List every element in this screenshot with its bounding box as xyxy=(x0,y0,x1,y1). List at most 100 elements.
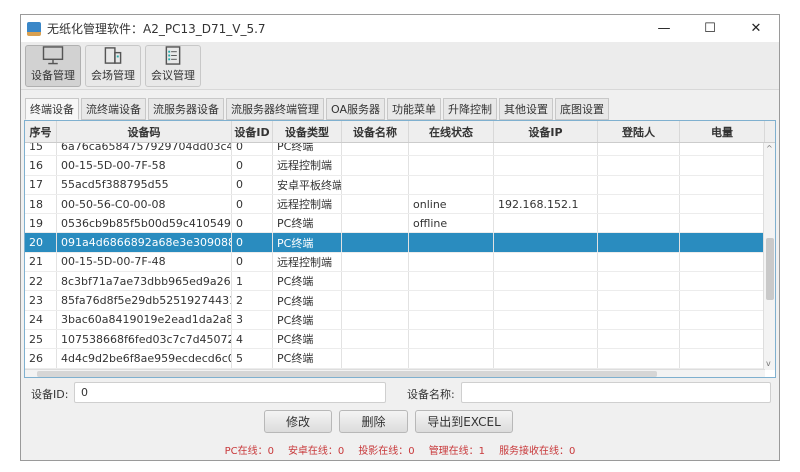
table-cell xyxy=(342,143,409,156)
table-cell xyxy=(409,329,494,349)
tab-bar: 终端设备 流终端设备 流服务器设备 流服务器终端管理 OA服务器 功能菜单 升降… xyxy=(25,98,609,120)
table-cell xyxy=(598,310,680,329)
table-cell xyxy=(342,329,409,349)
column-header[interactable]: 电量 xyxy=(680,121,765,142)
table-header: 序号 设备码 设备ID 设备类型 设备名称 在线状态 设备IP 登陆人 电量 xyxy=(25,121,775,143)
modify-button[interactable]: 修改 xyxy=(264,410,332,433)
table-cell: PC终端 xyxy=(273,310,342,329)
table-cell xyxy=(680,349,765,368)
tab-terminal-devices[interactable]: 终端设备 xyxy=(25,98,79,120)
table-cell: 3 xyxy=(232,310,273,329)
table-cell xyxy=(494,310,598,329)
projection-online-count: 投影在线：0 xyxy=(358,446,415,457)
vertical-scrollbar[interactable]: ^ v xyxy=(763,143,775,370)
table-cell xyxy=(494,291,598,310)
column-header[interactable]: 设备类型 xyxy=(273,121,342,142)
table-cell: PC终端 xyxy=(273,214,342,233)
column-header[interactable]: 设备IP xyxy=(494,121,598,142)
table-cell: PC终端 xyxy=(273,233,342,252)
table-cell: 4d4c9d2be6f8ae959ecdecd6c0... xyxy=(57,349,232,368)
table-cell xyxy=(342,194,409,214)
table-cell: offline xyxy=(409,214,494,233)
table-cell xyxy=(494,175,598,194)
table-cell: 0 xyxy=(232,143,273,156)
table-cell xyxy=(680,329,765,349)
table-cell: 26 xyxy=(25,349,57,368)
column-header[interactable]: 登陆人 xyxy=(598,121,680,142)
horizontal-scrollbar[interactable] xyxy=(25,369,765,377)
android-online-count: 安卓在线：0 xyxy=(287,446,345,457)
table-cell xyxy=(342,291,409,310)
column-header[interactable]: 设备码 xyxy=(57,121,232,142)
table-cell xyxy=(494,233,598,252)
app-window: 无纸化管理软件：A2_PC13_D71_V_5.7 — ☐ ✕ 设备管理 会场管… xyxy=(20,14,780,461)
table-cell xyxy=(598,175,680,194)
table-row[interactable]: 17 55acd5f388795d55 0 安卓平板终端 xyxy=(25,175,765,195)
device-id-input[interactable]: 0 xyxy=(74,382,386,403)
tab-stream-server-devices[interactable]: 流服务器设备 xyxy=(148,98,224,120)
tab-lift-control[interactable]: 升降控制 xyxy=(443,98,497,120)
tab-oa-server[interactable]: OA服务器 xyxy=(326,98,385,120)
table-cell: 16 xyxy=(25,156,57,175)
table-cell: PC终端 xyxy=(273,329,342,349)
minimize-button[interactable]: — xyxy=(641,15,687,42)
tab-stream-terminal-devices[interactable]: 流终端设备 xyxy=(81,98,146,120)
table-cell xyxy=(598,233,680,252)
table-cell xyxy=(598,156,680,175)
column-header[interactable]: 设备名称 xyxy=(342,121,409,142)
online-stats: PC在线：0 安卓在线：0 投影在线：0 管理在线：1 服务接收在线：0 xyxy=(21,442,779,457)
table-cell: 17 xyxy=(25,175,57,194)
column-header[interactable]: 设备ID xyxy=(232,121,273,142)
close-button[interactable]: ✕ xyxy=(733,15,779,42)
table-cell: 8c3bf71a7ae73dbb965ed9a26d... xyxy=(57,272,232,291)
table-row[interactable]: 18 00-50-56-C0-00-08 0 远程控制端 online 192.168.1… xyxy=(25,194,765,215)
table-cell: PC终端 xyxy=(273,272,342,291)
column-header[interactable]: 在线状态 xyxy=(409,121,494,142)
table-cell xyxy=(598,214,680,233)
table-row[interactable]: 26 4d4c9d2be6f8ae959ecdecd6c0... 5 PC终端 xyxy=(25,349,765,369)
table-cell xyxy=(409,156,494,175)
vertical-scroll-thumb[interactable] xyxy=(766,238,774,300)
toolbar-device-management[interactable]: 设备管理 xyxy=(25,45,81,87)
table-cell xyxy=(342,349,409,368)
table-cell: 远程控制端 xyxy=(273,194,342,214)
tab-stream-server-terminal-management[interactable]: 流服务器终端管理 xyxy=(226,98,324,120)
table-row[interactable]: 24 3bac60a8419019e2ead1da2a80... 3 PC终端 xyxy=(25,310,765,330)
table-row[interactable]: 22 8c3bf71a7ae73dbb965ed9a26d... 1 PC终端 xyxy=(25,272,765,292)
table-cell xyxy=(598,329,680,349)
table-cell xyxy=(494,214,598,233)
scroll-up-icon[interactable]: ^ xyxy=(766,145,773,153)
table-cell: 22 xyxy=(25,272,57,291)
table-cell xyxy=(680,272,765,291)
table-row[interactable]: 16 00-15-5D-00-7F-58 0 远程控制端 xyxy=(25,156,765,176)
maximize-button[interactable]: ☐ xyxy=(687,15,733,42)
toolbar-meeting-management[interactable]: 会议管理 xyxy=(145,45,201,87)
tab-base-map-settings[interactable]: 底图设置 xyxy=(555,98,609,120)
table-cell: 0536cb9b85f5b00d59c410549a... xyxy=(57,214,232,233)
column-header[interactable]: 序号 xyxy=(25,121,57,142)
tab-function-menu[interactable]: 功能菜单 xyxy=(387,98,441,120)
table-cell: 107538668f6fed03c7c7d450726... xyxy=(57,329,232,349)
table-row[interactable]: 25107538668f6fed03c7c7d450726...4PC终端 xyxy=(25,329,765,350)
horizontal-scroll-thumb[interactable] xyxy=(37,371,657,377)
table-cell: 20 xyxy=(25,233,57,252)
export-excel-button[interactable]: 导出到EXCEL xyxy=(415,410,513,433)
tab-other-settings[interactable]: 其他设置 xyxy=(499,98,553,120)
table-cell: 00-15-5D-00-7F-58 xyxy=(57,156,232,175)
table-cell xyxy=(680,233,765,252)
table-row[interactable]: 21 00-15-5D-00-7F-48 0 远程控制端 xyxy=(25,252,765,273)
table-cell: 5 xyxy=(232,349,273,368)
table-row[interactable]: 20091a4d6866892a68e3e3090885...0PC终端 xyxy=(25,233,765,253)
toolbar-venue-management[interactable]: 会场管理 xyxy=(85,45,141,87)
table-cell xyxy=(680,252,765,272)
table-cell: 安卓平板终端 xyxy=(273,175,342,194)
table-row[interactable]: 156a76ca6584757929704dd03c40...0PC终端 xyxy=(25,143,765,157)
scroll-down-icon[interactable]: v xyxy=(766,360,771,368)
device-name-input[interactable] xyxy=(461,382,771,403)
table-row[interactable]: 23 85fa76d8f5e29db52519274431... 2 PC终端 xyxy=(25,291,765,311)
admin-online-count: 管理在线：1 xyxy=(428,446,486,457)
table-cell: PC终端 xyxy=(273,349,342,368)
delete-button[interactable]: 删除 xyxy=(339,410,408,433)
table-cell: 0 xyxy=(232,156,273,175)
table-row[interactable]: 19 0536cb9b85f5b00d59c410549a... 0 PC终端 offl… xyxy=(25,214,765,234)
